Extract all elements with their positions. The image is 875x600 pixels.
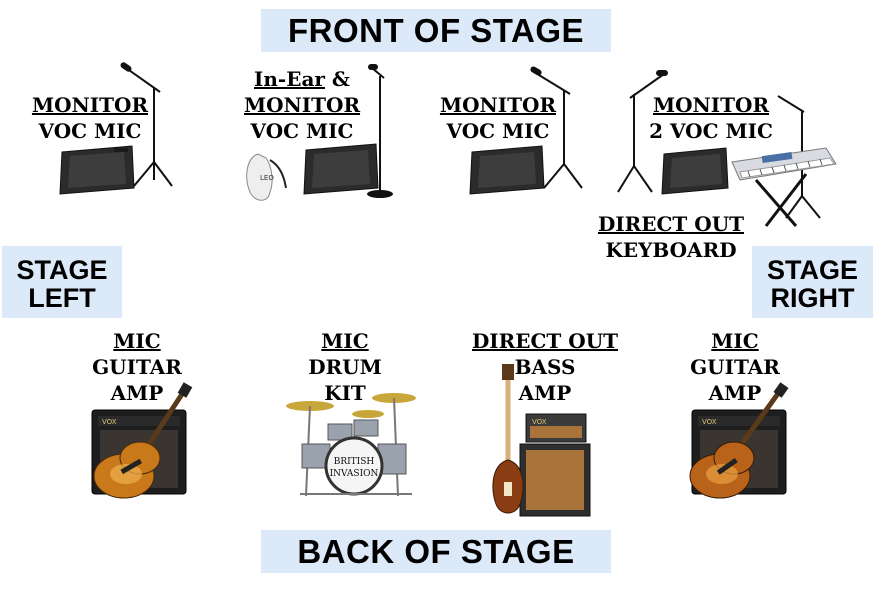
keyboard-text: KEYBOARD xyxy=(605,238,737,262)
mic-stand-icon xyxy=(530,66,583,189)
guitar-amp-icon: VOX xyxy=(91,382,193,499)
stage-right-line1: STAGE xyxy=(766,255,858,285)
guitar-amp-icon: VOX xyxy=(689,382,789,499)
inear-line: In-Ear & xyxy=(232,66,372,92)
drum-logo-line1: BRITISH xyxy=(334,457,375,467)
voc-mic-label: VOC MIC xyxy=(250,119,354,143)
stage-monitor-icon xyxy=(661,147,729,195)
front-position-2-label: In-Ear & MONITOR VOC MIC xyxy=(232,66,372,144)
amp-logo: VOX xyxy=(702,418,717,426)
bass-guitar-icon xyxy=(492,364,524,514)
front-of-stage-label: FRONT OF STAGE xyxy=(261,9,611,52)
guitar-label: GUITAR xyxy=(92,355,182,379)
stage-right-line2: RIGHT xyxy=(770,283,855,313)
stage-left-label: STAGE LEFT xyxy=(2,246,122,318)
amp-logo: VOX xyxy=(102,418,117,426)
guitar-label: GUITAR xyxy=(690,355,780,379)
stage-monitor-icon xyxy=(59,145,135,195)
in-ear-logo: LEO xyxy=(260,174,274,182)
stage-left-line2: LEFT xyxy=(28,283,96,313)
mic-label: MIC xyxy=(711,329,759,353)
mic-label: MIC xyxy=(321,329,369,353)
in-ear-label: In-Ear xyxy=(254,67,325,91)
direct-out-label: DIRECT OUT xyxy=(471,329,619,353)
drum-logo-line2: INVASION xyxy=(330,469,379,479)
drum-label: DRUM xyxy=(308,355,382,379)
mic-stand-icon xyxy=(367,64,393,198)
amp-logo: VOX xyxy=(532,418,547,426)
mic-label: MIC xyxy=(113,329,161,353)
drum-kit-icon: BRITISH INVASION xyxy=(286,393,416,497)
back-of-stage-label: BACK OF STAGE xyxy=(261,530,611,573)
in-ear-monitor-icon: LEO xyxy=(246,153,287,201)
monitor-label: MONITOR xyxy=(243,93,361,117)
bass-amp-icon: VOX xyxy=(492,364,591,517)
ampersand: & xyxy=(324,67,350,91)
keyboard-icon xyxy=(731,147,837,227)
stage-right-label: STAGE RIGHT xyxy=(752,246,873,318)
stage-left-line1: STAGE xyxy=(16,255,108,285)
